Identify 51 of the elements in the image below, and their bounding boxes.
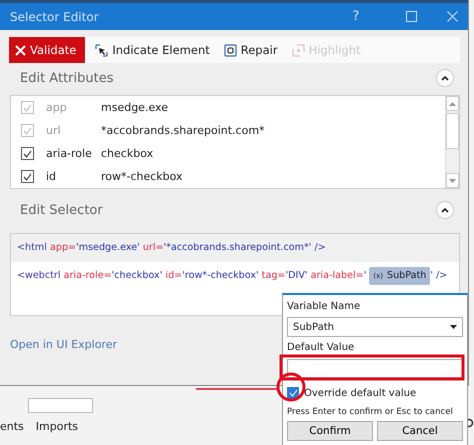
dialog-button[interactable]: Confirm	[287, 421, 373, 441]
field-label: Default Value	[287, 341, 354, 355]
section-title: Edit Attributes	[20, 70, 114, 86]
dialog-button[interactable]: Cancel	[377, 421, 463, 441]
attribute-value: row*-checkbox	[101, 170, 183, 183]
scroll-up-button[interactable]	[446, 96, 459, 111]
check-icon	[23, 126, 32, 134]
caret-icon	[450, 325, 457, 329]
checkbox[interactable]	[21, 147, 34, 160]
checkbox[interactable]	[21, 170, 34, 183]
scrollbar-thumb[interactable]	[446, 113, 459, 149]
validate-button[interactable]: Validate	[9, 37, 86, 63]
check-icon	[23, 150, 32, 158]
scroll-down-button[interactable]	[446, 173, 459, 188]
arrow-down-icon	[449, 178, 456, 182]
attribute-value: *accobrands.sharepoint.com*	[101, 124, 265, 137]
arrow-up-icon	[449, 102, 456, 106]
window-title: Selector Editor	[10, 10, 100, 24]
cross-icon	[15, 44, 26, 56]
checkbox-label: Override default value	[304, 388, 416, 398]
hint-text: Press Enter to confirm or Esc to cancel	[287, 407, 454, 417]
attribute-name: url	[46, 124, 62, 137]
target-icon	[224, 44, 237, 56]
default-value-field[interactable]	[287, 359, 463, 378]
check-icon	[23, 172, 32, 180]
close-icon[interactable]	[447, 11, 458, 22]
chevron-up-icon	[441, 75, 449, 81]
repair-button[interactable]: Repair	[220, 37, 282, 63]
annotation-circle	[276, 372, 306, 402]
checkbox[interactable]	[287, 387, 299, 399]
check-icon	[23, 104, 32, 112]
variable-dropdown[interactable]: SubPath	[287, 317, 463, 337]
input-field[interactable]	[28, 398, 93, 413]
chevron-up-icon	[441, 207, 449, 213]
attribute-name: aria-role	[46, 147, 93, 160]
attribute-name: app	[46, 101, 68, 114]
collapse-button[interactable]	[436, 201, 454, 219]
indicate-button[interactable]: Indicate Element	[91, 37, 214, 63]
attribute-value: checkbox	[101, 147, 154, 160]
collapse-button[interactable]	[436, 69, 454, 87]
field-label: Variable Name	[287, 300, 360, 314]
tab[interactable]: ents	[0, 420, 24, 433]
check-icon	[288, 389, 298, 397]
open-in-explorer-link[interactable]: Open in UI Explorer	[10, 338, 117, 351]
maximize-icon[interactable]	[406, 11, 417, 22]
tab[interactable]: Imports	[36, 420, 78, 433]
attribute-name: id	[46, 170, 58, 183]
highlight-icon	[292, 44, 305, 56]
attribute-value: msedge.exe	[101, 101, 168, 114]
section-title: Edit Selector	[20, 202, 103, 218]
cursor-icon	[95, 44, 108, 56]
